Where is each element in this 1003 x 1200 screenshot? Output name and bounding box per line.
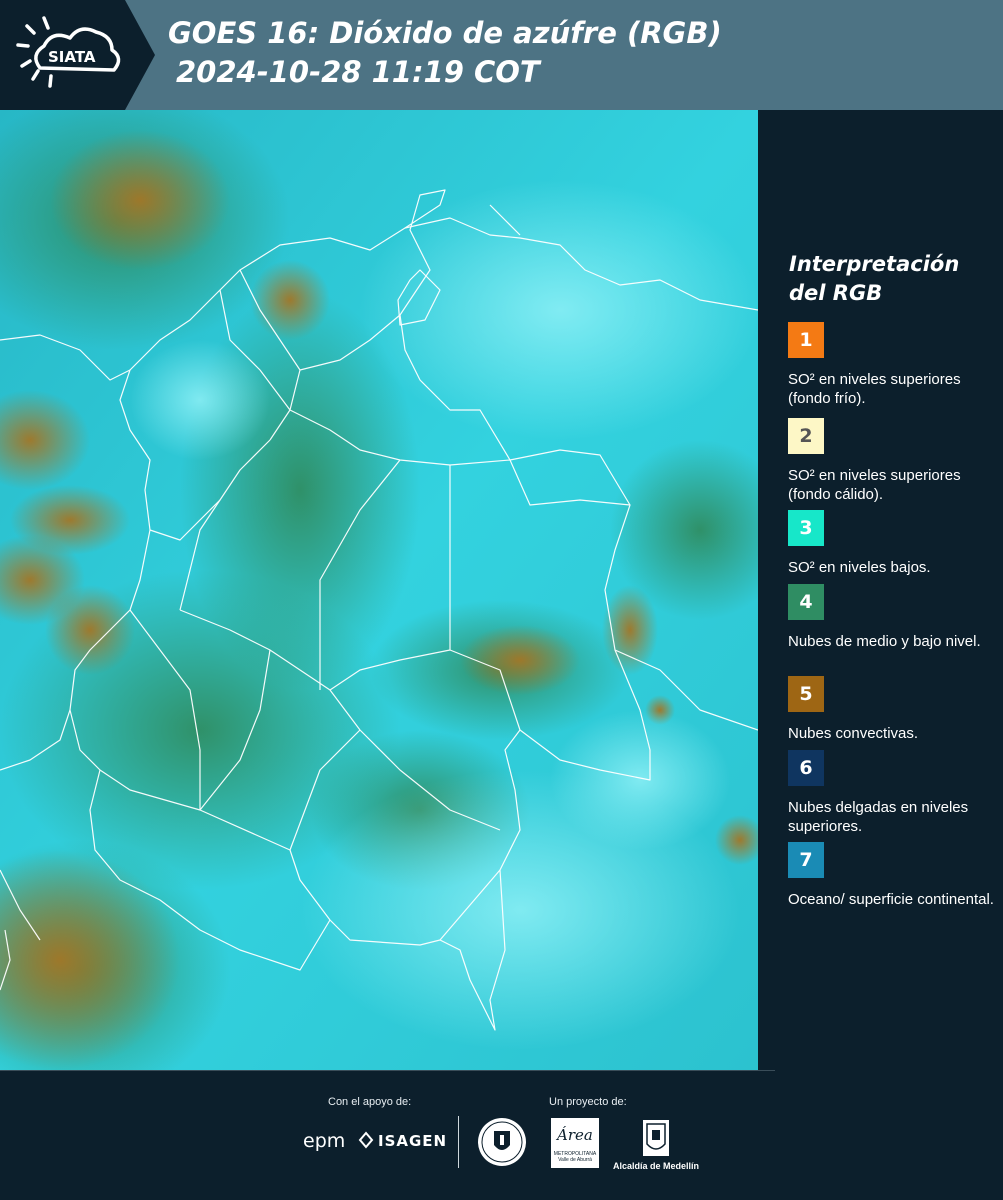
legend-text-6: Nubes delgadas en niveles superiores. bbox=[788, 799, 969, 835]
legend-swatch-3: 3 bbox=[788, 510, 824, 546]
page-title: GOES 16: Dióxido de azúfre (RGB) 2024-10… bbox=[168, 14, 988, 92]
footer-divider-line bbox=[0, 1070, 775, 1071]
legend-title: Interpretación del RGB bbox=[789, 250, 994, 308]
alcaldia-crest-icon[interactable] bbox=[641, 1118, 671, 1158]
legend-title-line-2: del RGB bbox=[789, 281, 883, 305]
title-line-2: 2024-10-28 11:19 COT bbox=[176, 55, 540, 89]
legend-swatch-6: 6 bbox=[788, 750, 824, 786]
footer-bar: Con el apoyo de: Un proyecto de: epm ISA… bbox=[0, 1070, 1003, 1200]
siata-logo[interactable]: SIATA bbox=[0, 0, 155, 110]
legend-title-line-1: Interpretación bbox=[789, 252, 960, 276]
legend-swatch-4: 4 bbox=[788, 584, 824, 620]
footer-vertical-divider bbox=[458, 1116, 459, 1168]
isagen-logo[interactable]: ISAGEN bbox=[378, 1132, 447, 1150]
legend-item-2: 2 SO² en niveles superiores (fondo cálid… bbox=[788, 418, 998, 504]
legend-text-4: Nubes de medio y bajo nivel. bbox=[788, 633, 981, 650]
medellin-seal-icon[interactable] bbox=[477, 1117, 527, 1167]
legend-swatch-5: 5 bbox=[788, 676, 824, 712]
support-label: Con el apoyo de: bbox=[328, 1096, 412, 1108]
isagen-icon bbox=[358, 1131, 374, 1149]
legend-item-3: 3 SO² en niveles bajos. bbox=[788, 510, 998, 577]
legend-text-7: Oceano/ superficie continental. bbox=[788, 891, 994, 908]
project-label: Un proyecto de: bbox=[549, 1096, 627, 1108]
legend-swatch-1: 1 bbox=[788, 322, 824, 358]
epm-logo[interactable]: epm bbox=[303, 1130, 345, 1152]
alcaldia-label: Alcaldía de Medellín bbox=[613, 1161, 700, 1171]
legend-text-2: SO² en niveles superiores (fondo cálido)… bbox=[788, 467, 961, 503]
legend-swatch-7: 7 bbox=[788, 842, 824, 878]
satellite-map[interactable] bbox=[0, 110, 758, 1070]
legend-item-4: 4 Nubes de medio y bajo nivel. bbox=[788, 584, 998, 651]
area-metropolitana-logo[interactable]: Área METROPOLITANA Valle de Aburrá bbox=[551, 1118, 599, 1168]
legend-text-3: SO² en niveles bajos. bbox=[788, 559, 931, 576]
legend-swatch-2: 2 bbox=[788, 418, 824, 454]
legend-item-5: 5 Nubes convectivas. bbox=[788, 676, 998, 743]
logo-text: SIATA bbox=[48, 48, 96, 66]
legend-item-1: 1 SO² en niveles superiores (fondo frío)… bbox=[788, 322, 998, 408]
legend-item-6: 6 Nubes delgadas en niveles superiores. bbox=[788, 750, 998, 836]
legend-text-1: SO² en niveles superiores (fondo frío). bbox=[788, 371, 961, 407]
legend-text-5: Nubes convectivas. bbox=[788, 725, 919, 742]
area-logo-subtitle: METROPOLITANA Valle de Aburrá bbox=[553, 1151, 597, 1163]
title-line-1: GOES 16: Dióxido de azúfre (RGB) bbox=[168, 16, 722, 50]
header-bar: SIATA GOES 16: Dióxido de azúfre (RGB) 2… bbox=[0, 0, 1003, 110]
satellite-map-icon bbox=[0, 110, 758, 1070]
area-logo-word: Área bbox=[557, 1126, 593, 1144]
siata-logo-icon: SIATA bbox=[0, 0, 155, 110]
legend-panel: Interpretación del RGB 1 SO² en niveles … bbox=[758, 110, 1003, 1070]
legend-item-7: 7 Oceano/ superficie continental. bbox=[788, 842, 998, 909]
